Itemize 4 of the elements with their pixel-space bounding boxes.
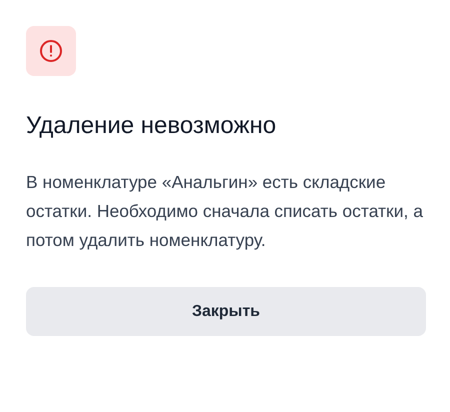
dialog-title: Удаление невозможно — [26, 111, 278, 141]
close-button[interactable]: Закрыть — [26, 287, 426, 336]
dialog-message: В номенклатуре «Анальгин» есть складские остатки. Необходимо сначала списать остатки, а потом удалить номенклатуру. — [26, 171, 424, 252]
alert-icon — [26, 26, 76, 76]
